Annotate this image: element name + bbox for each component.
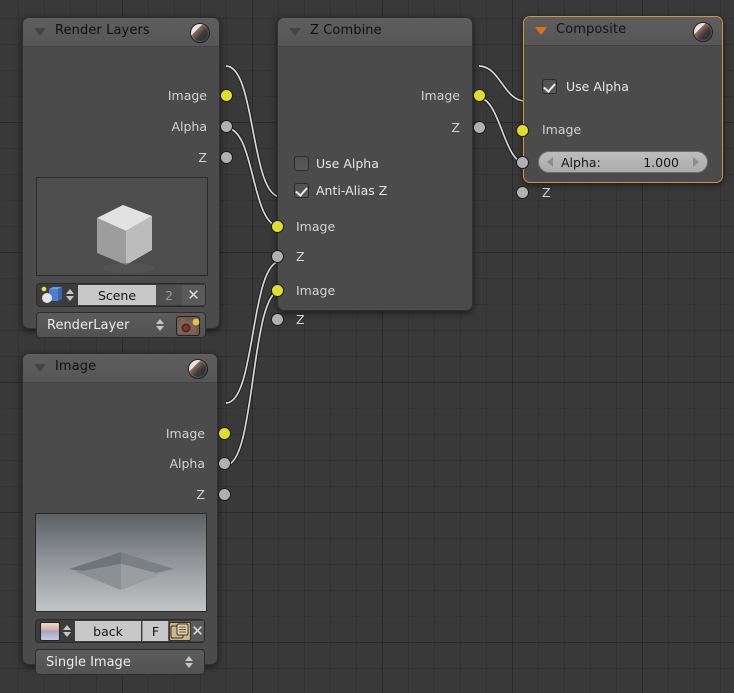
x-icon: ✕ [191,622,204,640]
scene-users-count[interactable]: 2 [156,285,182,305]
checkbox-label-use-alpha: Use Alpha [566,79,629,94]
socket-label-z: Z [198,150,207,165]
node-image[interactable]: Image Image Alpha Z back F ✕ Single Imag… [22,353,231,675]
new-copy-icon [168,621,191,641]
scene-stepper[interactable] [65,288,75,302]
socket-out-image[interactable] [218,427,231,440]
scene-datablock-row[interactable]: Scene 2 ✕ [36,283,206,307]
image-source-stepper[interactable] [184,655,194,669]
triangle-down-icon[interactable] [535,27,547,35]
socket-label-in-image: Image [542,122,582,137]
socket-in-image[interactable] [516,124,529,137]
chevron-left-icon[interactable] [547,157,553,167]
triangle-down-icon[interactable] [34,364,46,372]
image-clear-button[interactable]: ✕ [191,621,204,641]
node-title: Z Combine [310,23,382,38]
node-editor-canvas[interactable]: Render Layers Image Alpha Z Scene 2 ✕ Re… [0,0,734,693]
socket-out-z[interactable] [473,121,486,134]
x-icon: ✕ [187,286,200,304]
node-z-combine[interactable]: Z Combine Image Z Use Alpha Anti-Alias Z… [271,17,486,327]
checkbox-use-alpha[interactable] [294,156,309,171]
image-source-value: Single Image [46,654,131,670]
image-source-selector[interactable]: Single Image [35,649,205,675]
fake-user-button[interactable]: F [142,621,168,641]
socket-in-alpha[interactable] [516,156,529,169]
socket-label-image: Image [420,88,460,103]
socket-label-image: Image [165,426,205,441]
camera-render-icon[interactable] [176,316,200,336]
checkbox-label-use-alpha: Use Alpha [316,156,379,171]
render-layer-name: RenderLayer [47,317,130,333]
socket-out-alpha[interactable] [220,120,233,133]
render-layer-selector[interactable]: RenderLayer [36,312,206,338]
link-renderlayers-z-to-zcombine-z1 [225,127,282,228]
scene-clear-button[interactable]: ✕ [182,285,205,305]
checkbox-anti-alias-z[interactable] [294,183,309,198]
socket-out-image[interactable] [220,89,233,102]
socket-out-z[interactable] [218,488,231,501]
triangle-down-icon[interactable] [34,28,46,36]
socket-in-image-2[interactable] [271,284,284,297]
node-title: Image [55,359,97,374]
chevron-right-icon[interactable] [693,157,699,167]
node-title: Render Layers [55,23,150,38]
scene-icon [40,286,64,305]
alpha-slider[interactable]: Alpha: 1.000 [538,151,708,173]
socket-label-in-z-2: Z [296,312,305,327]
socket-label-in-image-1: Image [296,219,336,234]
link-image-image-to-zcombine-image2 [225,260,282,404]
depth-plane-preview [35,513,207,612]
socket-label-in-z: Z [542,185,551,200]
socket-in-z-2[interactable] [271,313,284,326]
image-datablock-row[interactable]: back F ✕ [35,619,205,643]
socket-out-alpha[interactable] [218,457,231,470]
link-renderlayers-image-to-zcombine-image1 [225,65,282,198]
node-composite[interactable]: Composite Use Alpha Image Alpha: 1.000 Z [516,16,723,200]
render-cube-preview [36,177,208,276]
socket-label-in-z-1: Z [296,249,305,264]
socket-in-z-1[interactable] [271,250,284,263]
sphere-preview-icon[interactable] [188,359,208,379]
image-stepper[interactable] [62,624,72,638]
socket-out-image[interactable] [473,89,486,102]
socket-label-alpha: Alpha [169,456,205,471]
sphere-preview-icon[interactable] [693,22,713,42]
node-header-composite[interactable]: Composite [524,17,722,46]
sphere-preview-icon[interactable] [190,23,210,43]
node-header-z-combine[interactable]: Z Combine [278,18,472,47]
socket-in-image-1[interactable] [271,220,284,233]
socket-in-z[interactable] [516,186,529,199]
checkbox-use-alpha[interactable] [542,79,557,94]
socket-label-z: Z [196,487,205,502]
socket-out-z[interactable] [220,151,233,164]
image-datablock-icon [40,622,60,641]
image-copy-button[interactable] [168,621,191,641]
socket-label-z: Z [451,120,460,135]
node-header-render-layers[interactable]: Render Layers [23,18,219,47]
node-title: Composite [556,22,627,37]
node-header-image[interactable]: Image [23,354,217,383]
scene-name-field[interactable]: Scene [78,285,156,305]
image-name-field[interactable]: back [75,621,141,641]
alpha-slider-value: 1.000 [643,154,679,170]
checkbox-label-anti-alias-z: Anti-Alias Z [316,183,388,198]
render-layer-stepper[interactable] [155,318,165,332]
socket-label-alpha: Alpha [171,119,207,134]
socket-label-image: Image [167,88,207,103]
triangle-down-icon[interactable] [289,28,301,36]
socket-label-in-image-2: Image [296,283,336,298]
node-render-layers[interactable]: Render Layers Image Alpha Z Scene 2 ✕ Re… [22,17,233,338]
